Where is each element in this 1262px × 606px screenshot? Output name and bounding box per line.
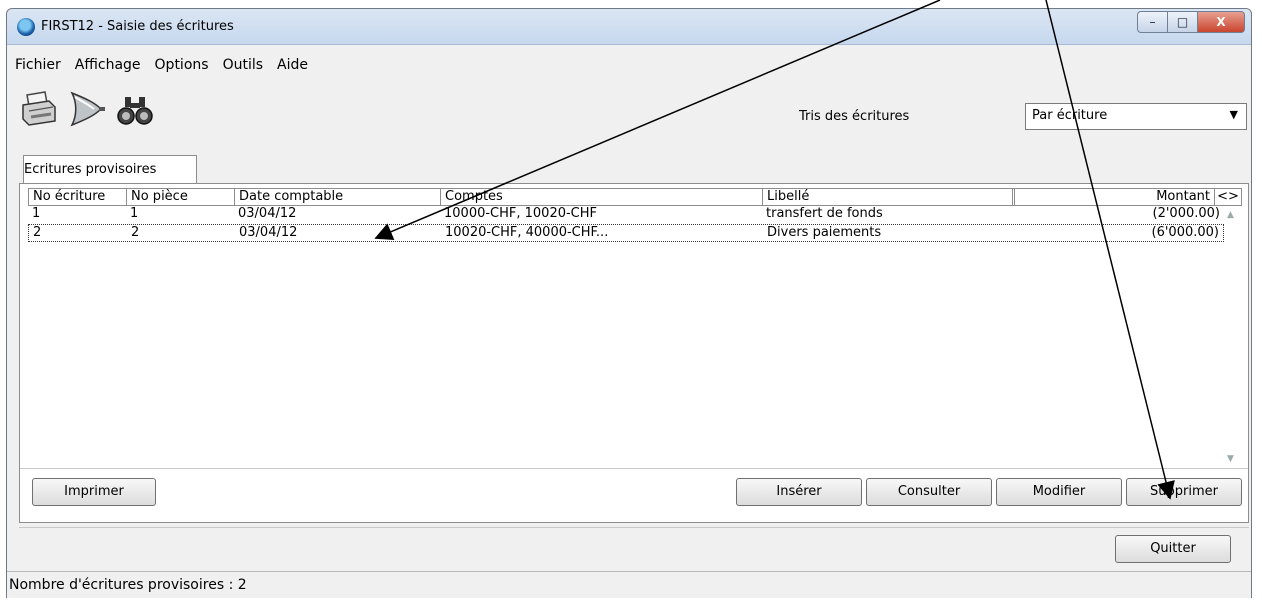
divider [19,527,1249,528]
vertical-scrollbar[interactable]: ▲ ▼ [1224,206,1240,468]
table-row[interactable]: 1 1 03/04/12 10000-CHF, 10020-CHF transf… [28,206,1224,224]
menu-bar: Fichier Affichage Options Outils Aide [7,57,1251,77]
cell-piece: 2 [131,225,140,240]
tab-ecritures-provisoires[interactable]: Ecritures provisoires [23,155,197,183]
maximize-button[interactable]: □ [1167,11,1197,33]
col-montant[interactable]: Montant [1014,188,1214,206]
scroll-up-icon[interactable]: ▲ [1227,210,1234,220]
divider [20,468,1248,469]
binoculars-icon[interactable] [115,89,155,129]
printer-icon[interactable] [19,89,59,129]
cell-montant: (6'000.00) [1151,225,1219,240]
quitter-button[interactable]: Quitter [1115,535,1231,563]
app-icon [17,18,35,36]
modifier-button[interactable]: Modifier [996,478,1122,506]
table-header: No écriture No pièce Date comptable Comp… [28,188,1242,206]
cell-libelle: Divers paiements [767,225,882,240]
window-title: FIRST12 - Saisie des écritures [41,19,234,34]
column-chooser-button[interactable]: <> [1214,188,1242,206]
cell-montant: (2'000.00) [1152,206,1220,221]
close-button[interactable]: X [1197,11,1245,33]
chevron-down-icon[interactable]: ▼ [1230,108,1238,121]
menu-options[interactable]: Options [155,57,209,77]
col-no-piece[interactable]: No pièce [126,188,234,206]
app-window: FIRST12 - Saisie des écritures – □ X Fic… [6,8,1252,598]
menu-affichage[interactable]: Affichage [75,57,141,77]
imprimer-button[interactable]: Imprimer [32,478,156,506]
sort-label: Tris des écritures [799,109,910,124]
cell-date: 03/04/12 [239,225,298,240]
funnel-filter-icon[interactable] [67,89,107,129]
cell-piece: 1 [130,206,139,221]
supprimer-button[interactable]: Supprimer [1126,478,1242,506]
table-row[interactable]: 2 2 03/04/12 10020-CHF, 40000-CHF... Div… [28,224,1224,242]
entries-panel: No écriture No pièce Date comptable Comp… [19,183,1249,523]
col-no-ecriture[interactable]: No écriture [28,188,126,206]
cell-no: 2 [33,225,42,240]
status-bar: Nombre d'écritures provisoires : 2 [7,571,1251,598]
menu-fichier[interactable]: Fichier [15,57,61,77]
cell-no: 1 [32,206,41,221]
scroll-down-icon[interactable]: ▼ [1227,454,1234,464]
col-comptes[interactable]: Comptes [440,188,762,206]
cell-comptes: 10000-CHF, 10020-CHF [444,206,598,221]
menu-aide[interactable]: Aide [277,57,308,77]
tab-label: Ecritures provisoires [24,162,157,177]
menu-outils[interactable]: Outils [223,57,263,77]
sort-value: Par écriture [1032,108,1108,123]
cell-libelle: transfert de fonds [766,206,883,221]
cell-date: 03/04/12 [238,206,297,221]
status-text: Nombre d'écritures provisoires : 2 [9,577,247,593]
consulter-button[interactable]: Consulter [866,478,992,506]
cell-comptes: 10020-CHF, 40000-CHF... [445,225,609,240]
minimize-button[interactable]: – [1137,11,1167,33]
col-date-comptable[interactable]: Date comptable [234,188,440,206]
inserer-button[interactable]: Insérer [736,478,862,506]
title-bar: FIRST12 - Saisie des écritures – □ X [7,9,1251,45]
sort-dropdown[interactable]: Par écriture ▼ [1025,103,1247,130]
col-libelle[interactable]: Libellé [762,188,1012,206]
window-controls: – □ X [1137,11,1245,33]
